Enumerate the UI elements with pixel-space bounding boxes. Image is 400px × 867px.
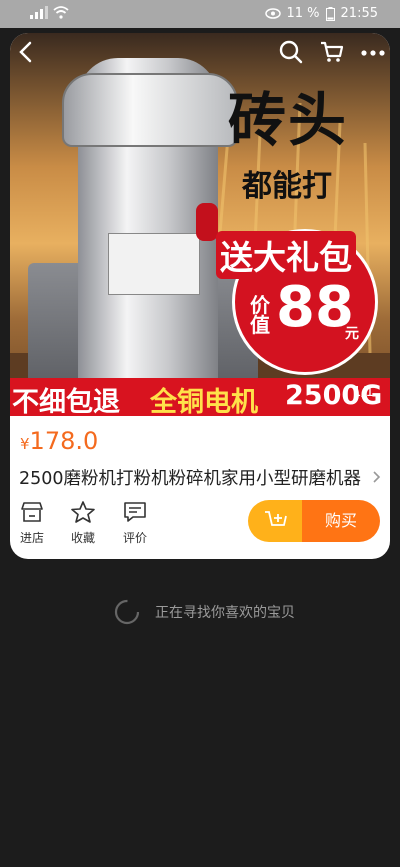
machine-label-plate: [108, 233, 200, 295]
promo-title: 送大礼包: [216, 231, 356, 279]
banner-text-motor: 全铜电机: [150, 387, 258, 418]
back-icon[interactable]: [16, 39, 38, 65]
eye-icon: [264, 8, 281, 19]
loading-text: 正在寻找你喜欢的宝贝: [155, 605, 295, 621]
product-title[interactable]: 2500磨粉机打粉机粉碎机家用小型研磨机器: [19, 465, 371, 490]
add-cart-icon: [265, 511, 287, 526]
more-icon[interactable]: [360, 49, 386, 57]
clock: 21:55: [340, 6, 378, 21]
cart-icon[interactable]: [320, 41, 344, 63]
shop-label: 进店: [19, 531, 44, 545]
product-image[interactable]: 砖头 都能打 送大礼包 价值 88 元 不细包退 全铜电机 2500G 1/1: [10, 33, 390, 418]
status-bar: 11 % 21:55: [0, 0, 400, 28]
wifi-icon: [53, 6, 69, 19]
search-icon[interactable]: [279, 40, 303, 64]
currency-symbol: ¥: [20, 435, 30, 453]
price-value: 178.0: [29, 427, 99, 455]
banner-text-return: 不细包退: [12, 387, 120, 418]
promo-price: 88: [276, 275, 354, 340]
machine-lid: [62, 73, 238, 147]
battery-percent: 11 %: [286, 6, 320, 21]
signal-icon: [30, 6, 48, 19]
review-button[interactable]: 评价: [115, 501, 155, 546]
chevron-right-icon[interactable]: [372, 470, 381, 484]
comment-icon: [124, 502, 146, 522]
review-label: 评价: [122, 531, 147, 545]
machine-red-knob: [196, 203, 218, 241]
promo-unit: 元: [345, 326, 359, 342]
status-right: 11 % 21:55: [264, 6, 378, 21]
promo-price-label: 价值: [250, 293, 270, 337]
status-left: [30, 6, 69, 19]
image-headline: 砖头: [228, 86, 349, 154]
shop-button[interactable]: 进店: [12, 501, 52, 546]
favorite-label: 收藏: [70, 531, 95, 545]
product-card[interactable]: 砖头 都能打 送大礼包 价值 88 元 不细包退 全铜电机 2500G 1/1 …: [10, 33, 390, 559]
favorite-button[interactable]: 收藏: [63, 501, 103, 546]
image-counter: 1/1: [353, 385, 374, 400]
add-to-cart-button[interactable]: [248, 500, 302, 542]
spinner-icon: [114, 599, 140, 625]
product-price: ¥178.0: [20, 427, 98, 455]
store-icon: [21, 502, 43, 522]
image-subheadline: 都能打: [242, 169, 332, 204]
buy-button[interactable]: 购买: [302, 500, 380, 542]
loading-indicator: 正在寻找你喜欢的宝贝: [113, 598, 295, 626]
battery-icon: [325, 6, 335, 21]
star-icon: [71, 501, 95, 523]
